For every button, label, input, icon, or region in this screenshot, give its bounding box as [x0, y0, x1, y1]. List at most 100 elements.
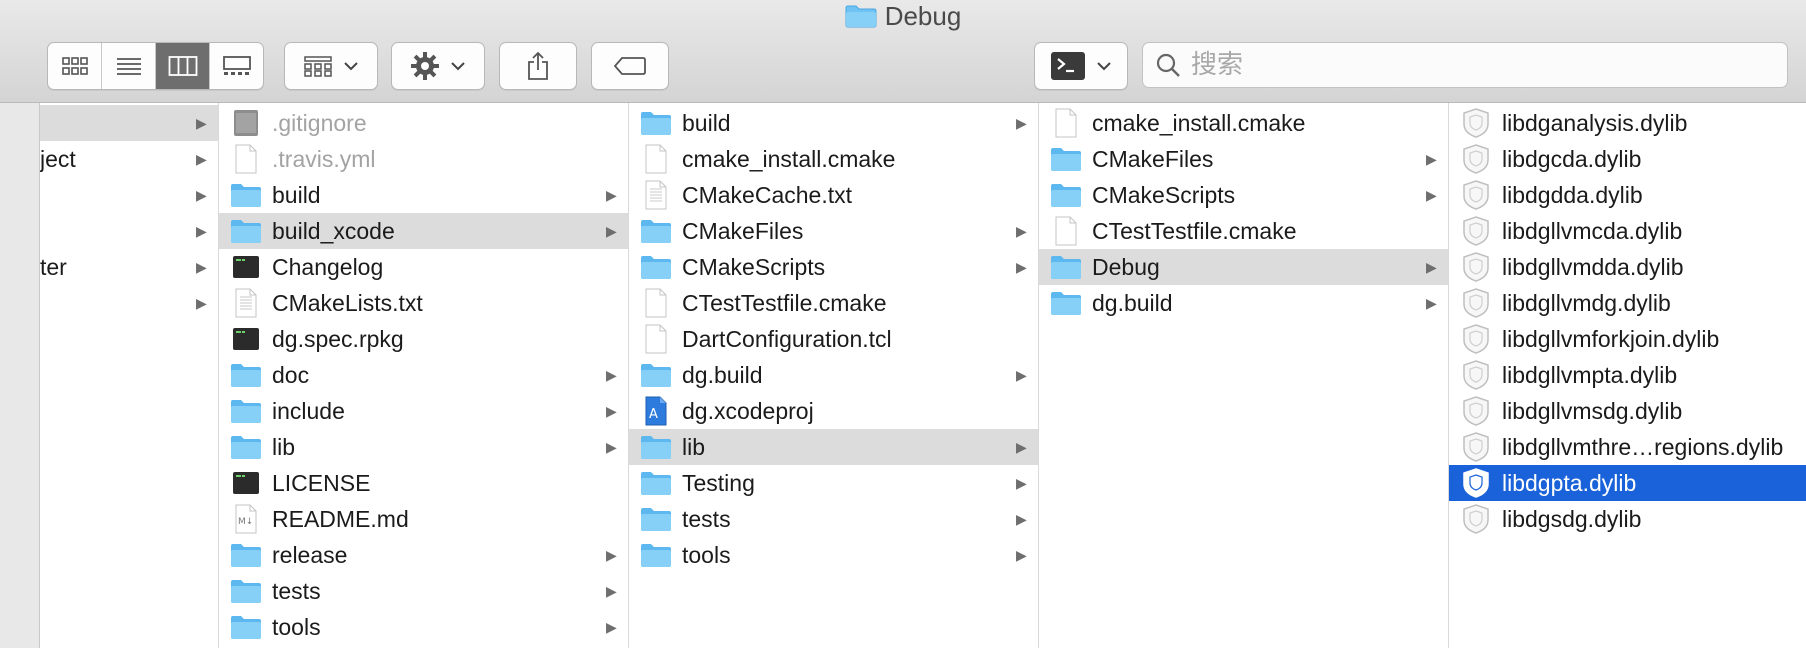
- column-3: cmake_install.cmake CMakeFiles ▶ CMakeScrip…: [1039, 103, 1449, 648]
- tag-icon: [613, 57, 646, 75]
- file-item-item[interactable]: ▶: [40, 105, 218, 141]
- file-item-cmakecache-txt[interactable]: CMakeCache.txt: [629, 177, 1038, 213]
- folder-icon: [1049, 144, 1083, 174]
- chevron-right-icon: ▶: [1016, 474, 1027, 491]
- file-item-libdgsdg-dylib[interactable]: libdgsdg.dylib: [1449, 501, 1806, 537]
- file-name: libdgllvmcda.dylib: [1502, 217, 1683, 244]
- file-item-libdgllvmthre-regions-dylib[interactable]: libdgllvmthre…regions.dylib: [1449, 429, 1806, 465]
- chevron-down-icon: [344, 62, 358, 71]
- file-item-tools[interactable]: tools ▶: [629, 537, 1038, 573]
- icon-view-button[interactable]: [48, 43, 102, 89]
- file-item-debug[interactable]: Debug ▶: [1039, 249, 1448, 285]
- file-item-ctesttestfile-cmake[interactable]: CTestTestfile.cmake: [1039, 213, 1448, 249]
- file-name: libdganalysis.dylib: [1502, 109, 1688, 136]
- chevron-right-icon: ▶: [606, 546, 617, 563]
- file-item-travis-yml[interactable]: .travis.yml: [219, 141, 628, 177]
- file-item-cmakefiles[interactable]: CMakeFiles ▶: [629, 213, 1038, 249]
- terminal-icon: [1051, 52, 1085, 80]
- file-item-item[interactable]: ▶: [40, 177, 218, 213]
- file-item-lib[interactable]: lib ▶: [219, 429, 628, 465]
- file-item-testing[interactable]: Testing ▶: [629, 465, 1038, 501]
- file-item-dg-build[interactable]: dg.build ▶: [1039, 285, 1448, 321]
- folder-icon: [845, 5, 877, 28]
- gallery-view-button[interactable]: [210, 43, 263, 89]
- chevron-right-icon: ▶: [606, 402, 617, 419]
- file-item-license[interactable]: LICENSE: [219, 465, 628, 501]
- file-item-item[interactable]: ▶: [40, 285, 218, 321]
- file-item-libdgllvmsdg-dylib[interactable]: libdgllvmsdg.dylib: [1449, 393, 1806, 429]
- share-button[interactable]: [499, 42, 577, 90]
- file-item-cmakefiles[interactable]: CMakeFiles ▶: [1039, 141, 1448, 177]
- file-item-include[interactable]: include ▶: [219, 393, 628, 429]
- terminal-button[interactable]: [1034, 42, 1128, 90]
- folder-icon: [229, 612, 263, 642]
- file-item-libdgdda-dylib[interactable]: libdgdda.dylib: [1449, 177, 1806, 213]
- file-item-release[interactable]: release ▶: [219, 537, 628, 573]
- file-name: doc: [272, 361, 310, 388]
- file-name: ter: [40, 253, 67, 280]
- column-view-button[interactable]: [156, 43, 210, 89]
- file-item-libdgllvmforkjoin-dylib[interactable]: libdgllvmforkjoin.dylib: [1449, 321, 1806, 357]
- file-name: LICENSE: [272, 469, 371, 496]
- file-item-cmake-install-cmake[interactable]: cmake_install.cmake: [1039, 105, 1448, 141]
- file-item-libdgllvmpta-dylib[interactable]: libdgllvmpta.dylib: [1449, 357, 1806, 393]
- chevron-right-icon: ▶: [1016, 114, 1027, 131]
- file-item-dg-xcodeproj[interactable]: Adg.xcodeproj: [629, 393, 1038, 429]
- file-item-build[interactable]: build ▶: [219, 177, 628, 213]
- file-item-ject[interactable]: ject ▶: [40, 141, 218, 177]
- file-item-libdgllvmdda-dylib[interactable]: libdgllvmdda.dylib: [1449, 249, 1806, 285]
- search-field[interactable]: [1142, 42, 1788, 88]
- chevron-right-icon: ▶: [196, 222, 207, 239]
- group-by-button[interactable]: [284, 42, 378, 90]
- chevron-right-icon: ▶: [1016, 258, 1027, 275]
- dylib-icon: [1459, 288, 1493, 318]
- file-name: tools: [682, 541, 731, 568]
- toolbar: Debug: [0, 0, 1806, 103]
- folder-icon: [229, 360, 263, 390]
- file-item-doc[interactable]: doc ▶: [219, 357, 628, 393]
- chevron-right-icon: ▶: [1016, 510, 1027, 527]
- file-name: CMakeCache.txt: [682, 181, 853, 208]
- list-view-button[interactable]: [102, 43, 156, 89]
- file-item-cmakescripts[interactable]: CMakeScripts ▶: [629, 249, 1038, 285]
- file-item-tests[interactable]: tests ▶: [219, 573, 628, 609]
- file-item-dg-build[interactable]: dg.build ▶: [629, 357, 1038, 393]
- tags-button[interactable]: [591, 42, 669, 90]
- file-item-libdganalysis-dylib[interactable]: libdganalysis.dylib: [1449, 105, 1806, 141]
- action-menu-button[interactable]: [391, 42, 485, 90]
- file-item-libdgllvmdg-dylib[interactable]: libdgllvmdg.dylib: [1449, 285, 1806, 321]
- file-name: README.md: [272, 505, 409, 532]
- file-item-item[interactable]: ▶: [40, 213, 218, 249]
- file-item-cmakelists-txt[interactable]: CMakeLists.txt: [219, 285, 628, 321]
- file-item-build-xcode[interactable]: build_xcode ▶: [219, 213, 628, 249]
- file-item-build[interactable]: build ▶: [629, 105, 1038, 141]
- file-name: CMakeScripts: [682, 253, 826, 280]
- file-item-cmakescripts[interactable]: CMakeScripts ▶: [1039, 177, 1448, 213]
- file-item-libdgcda-dylib[interactable]: libdgcda.dylib: [1449, 141, 1806, 177]
- file-name: Debug: [1092, 253, 1160, 280]
- file-name: libdgcda.dylib: [1502, 145, 1642, 172]
- file-item-lib[interactable]: lib ▶: [629, 429, 1038, 465]
- chevron-right-icon: ▶: [196, 294, 207, 311]
- file-item-gitignore[interactable]: .gitignore: [219, 105, 628, 141]
- search-input[interactable]: [1189, 49, 1753, 81]
- file-item-ctesttestfile-cmake[interactable]: CTestTestfile.cmake: [629, 285, 1038, 321]
- chevron-right-icon: ▶: [1426, 186, 1437, 203]
- folder-icon: [229, 576, 263, 606]
- folder-icon: [639, 504, 673, 534]
- file-item-dg-spec-rpkg[interactable]: dg.spec.rpkg: [219, 321, 628, 357]
- chevron-right-icon: ▶: [606, 582, 617, 599]
- columns-icon: [168, 56, 197, 76]
- chevron-right-icon: ▶: [1016, 222, 1027, 239]
- file-item-readme-md[interactable]: M↓ README.md: [219, 501, 628, 537]
- file-item-tests[interactable]: tests ▶: [629, 501, 1038, 537]
- file-item-cmake-install-cmake[interactable]: cmake_install.cmake: [629, 141, 1038, 177]
- file-item-dartconfiguration-tcl[interactable]: DartConfiguration.tcl: [629, 321, 1038, 357]
- file-item-tools[interactable]: tools ▶: [219, 609, 628, 645]
- chevron-right-icon: ▶: [606, 366, 617, 383]
- file-item-ter[interactable]: ter ▶: [40, 249, 218, 285]
- chevron-down-icon: [451, 62, 465, 71]
- file-item-libdgpta-dylib[interactable]: libdgpta.dylib: [1449, 465, 1806, 501]
- file-item-changelog[interactable]: Changelog: [219, 249, 628, 285]
- file-item-libdgllvmcda-dylib[interactable]: libdgllvmcda.dylib: [1449, 213, 1806, 249]
